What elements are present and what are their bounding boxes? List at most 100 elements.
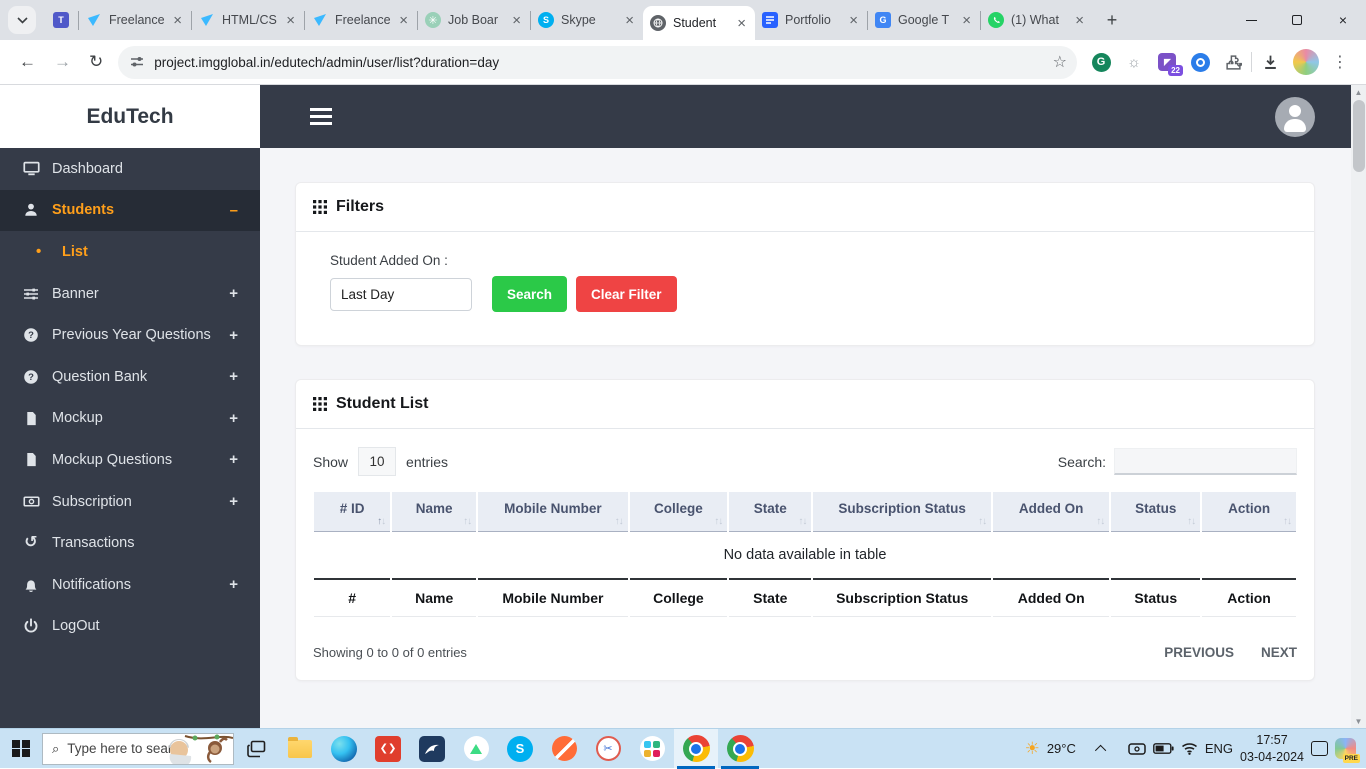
task-view-button[interactable] — [234, 729, 278, 769]
sidebar-item-previous-year-questions[interactable]: ? Previous Year Questions + — [0, 314, 260, 356]
new-tab-button[interactable]: + — [1097, 5, 1127, 35]
tab-search-button[interactable] — [8, 6, 36, 34]
tab-close-icon[interactable]: × — [623, 12, 636, 29]
pinned-tab-teams[interactable]: T — [44, 0, 78, 40]
scrollbar-thumb[interactable] — [1352, 100, 1365, 172]
taskbar-search[interactable]: ⌕ — [42, 732, 234, 765]
tab-freelancer-2[interactable]: Freelance × — [305, 0, 417, 40]
user-avatar[interactable] — [1275, 96, 1315, 137]
sidebar-item-subscription[interactable]: Subscription + — [0, 481, 260, 523]
back-button[interactable]: ← — [19, 52, 36, 72]
browser-profile-avatar[interactable] — [1293, 49, 1319, 75]
file-explorer-button[interactable] — [278, 729, 322, 769]
tray-overflow-icon[interactable] — [1094, 744, 1107, 756]
expand-icon[interactable]: + — [229, 493, 238, 510]
tab-close-icon[interactable]: × — [510, 12, 523, 29]
android-studio-button[interactable] — [454, 729, 498, 769]
sidebar-item-banner[interactable]: Banner + — [0, 273, 260, 315]
address-bar[interactable]: project.imgglobal.in/edutech/admin/user/… — [118, 45, 1077, 79]
slack-button[interactable] — [630, 729, 674, 769]
tab-close-icon[interactable]: × — [284, 12, 297, 29]
expand-icon[interactable]: + — [229, 410, 238, 427]
downloads-icon[interactable] — [1260, 52, 1280, 72]
column-header-added-on[interactable]: Added On ↑↓ — [993, 492, 1110, 532]
search-button[interactable]: Search — [492, 276, 568, 312]
sidebar-item-mockup[interactable]: Mockup + — [0, 398, 260, 440]
code-editor-button[interactable]: ❮❯ — [366, 729, 410, 769]
sidebar-item-students[interactable]: Students – — [0, 189, 260, 232]
entries-count-input[interactable] — [358, 447, 397, 476]
sidebar-item-dashboard[interactable]: Dashboard — [0, 148, 260, 190]
close-window-button[interactable]: × — [1320, 0, 1366, 40]
forward-button[interactable]: → — [54, 52, 71, 72]
expand-icon[interactable]: + — [229, 451, 238, 468]
sidebar-item-mockup-questions[interactable]: Mockup Questions + — [0, 439, 260, 481]
column-header-action[interactable]: Action ↑↓ — [1202, 492, 1296, 532]
chrome-button-active[interactable] — [674, 728, 718, 769]
cast-icon[interactable] — [1128, 742, 1146, 756]
tab-google-translate[interactable]: G Google T × — [868, 0, 980, 40]
tab-freelancer-1[interactable]: Freelance × — [79, 0, 191, 40]
bookmark-star-icon[interactable]: ☆ — [1053, 52, 1067, 72]
chrome-button-2[interactable] — [718, 729, 762, 769]
tab-job-board[interactable]: ✳ Job Boar × — [418, 0, 530, 40]
sidebar-item-transactions[interactable]: ↺ Transactions — [0, 522, 260, 564]
scroll-up-icon[interactable]: ▲ — [1351, 85, 1366, 99]
extensions-puzzle-icon[interactable] — [1223, 52, 1243, 72]
skype-button[interactable]: S — [498, 729, 542, 769]
grammarly-icon[interactable]: G — [1091, 52, 1111, 72]
tab-close-icon[interactable]: × — [397, 12, 410, 29]
column-header-name[interactable]: Name ↑↓ — [392, 492, 477, 532]
expand-icon[interactable]: + — [229, 576, 238, 593]
tab-close-icon[interactable]: × — [1073, 12, 1086, 29]
column-header-status[interactable]: Status ↑↓ — [1111, 492, 1201, 532]
tab-htmlcss[interactable]: HTML/CS × — [192, 0, 304, 40]
sidebar-item-logout[interactable]: LogOut — [0, 606, 260, 648]
hamburger-menu-icon[interactable] — [310, 108, 332, 125]
duration-select[interactable] — [330, 277, 472, 311]
column-header-mobile[interactable]: Mobile Number ↑↓ — [478, 492, 628, 532]
collapse-icon[interactable]: – — [230, 202, 238, 219]
clock[interactable]: 17:57 03-04-2024 — [1240, 732, 1304, 765]
tab-student-active[interactable]: Student × — [643, 6, 755, 40]
tab-close-icon[interactable]: × — [960, 12, 973, 29]
extension-icon-purple[interactable]: 22 — [1157, 52, 1183, 76]
wifi-icon[interactable] — [1181, 742, 1198, 755]
tab-skype[interactable]: S Skype × — [531, 0, 643, 40]
tab-close-icon[interactable]: × — [171, 12, 184, 29]
reload-button[interactable]: ↻ — [89, 52, 103, 72]
expand-icon[interactable]: + — [229, 327, 238, 344]
scroll-down-icon[interactable]: ▼ — [1351, 714, 1366, 728]
battery-icon[interactable] — [1152, 743, 1174, 754]
column-header-subscription[interactable]: Subscription Status ↑↓ — [813, 492, 992, 532]
table-search-input[interactable] — [1114, 448, 1297, 475]
tab-close-icon[interactable]: × — [735, 15, 748, 32]
tab-portfolio[interactable]: Portfolio × — [755, 0, 867, 40]
sidebar-item-notifications[interactable]: Notifications + — [0, 564, 260, 606]
minimize-button[interactable] — [1228, 0, 1274, 40]
start-button[interactable] — [0, 729, 42, 769]
expand-icon[interactable]: + — [229, 368, 238, 385]
expand-icon[interactable]: + — [229, 285, 238, 302]
extension-icon-blue[interactable] — [1190, 52, 1210, 72]
column-header-college[interactable]: College ↑↓ — [629, 492, 728, 532]
snipping-tool-button[interactable]: ✂ — [586, 729, 630, 769]
extension-icon-wave[interactable]: ☼ — [1124, 52, 1144, 72]
sidebar-item-question-bank[interactable]: ? Question Bank + — [0, 356, 260, 398]
edge-button[interactable] — [322, 729, 366, 769]
tab-close-icon[interactable]: × — [847, 12, 860, 29]
browser-menu-icon[interactable]: ⋮ — [1332, 52, 1348, 72]
site-info-icon[interactable] — [130, 55, 144, 69]
mysql-workbench-button[interactable] — [410, 729, 454, 769]
tab-whatsapp[interactable]: (1) What × — [981, 0, 1093, 40]
copilot-icon[interactable]: PRE — [1335, 738, 1360, 763]
postman-button[interactable] — [542, 729, 586, 769]
page-scrollbar[interactable]: ▲ ▼ — [1351, 85, 1366, 728]
weather-sun-icon[interactable]: ☀ — [1025, 739, 1040, 759]
language-indicator[interactable]: ENG — [1205, 741, 1233, 756]
restore-button[interactable] — [1274, 0, 1320, 40]
column-header-state[interactable]: State ↑↓ — [729, 492, 812, 532]
column-header-id[interactable]: # ID ↑↓ — [314, 492, 391, 532]
notification-center-icon[interactable] — [1311, 741, 1328, 756]
weather-temp[interactable]: 29°C — [1047, 741, 1076, 756]
